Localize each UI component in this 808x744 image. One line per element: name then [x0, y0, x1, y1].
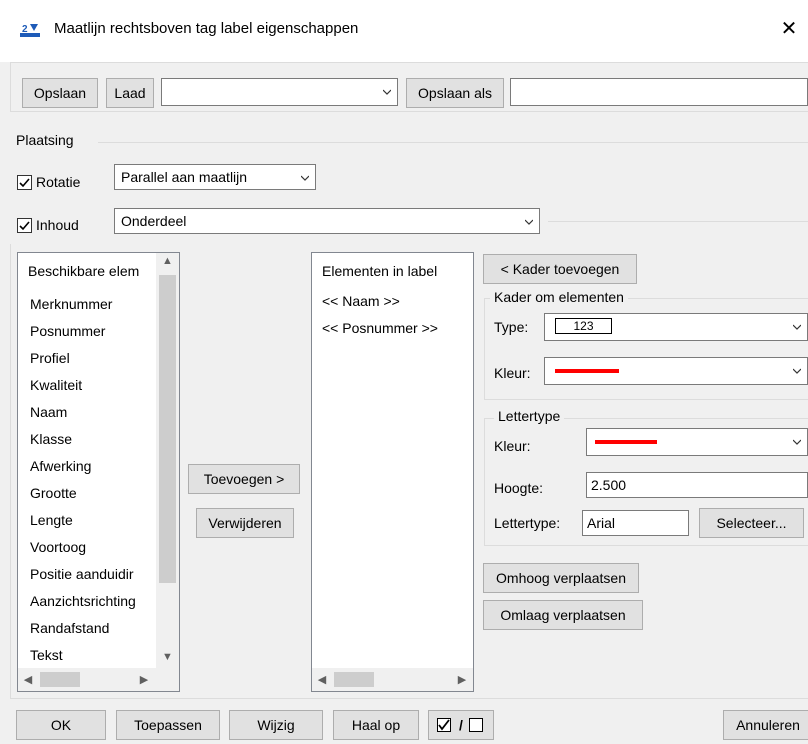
- check-icon: [19, 178, 30, 188]
- scroll-left-icon[interactable]: ◀: [316, 673, 328, 686]
- font-color-label: Kleur:: [494, 438, 531, 454]
- vertical-scrollbar[interactable]: ▲ ▼: [156, 253, 179, 668]
- toggle-all-button[interactable]: /: [428, 710, 494, 740]
- list-item[interactable]: Posnummer: [30, 323, 105, 339]
- checked-box-icon: [437, 718, 451, 732]
- frame-group-label: Kader om elementen: [490, 289, 628, 305]
- add-element-button[interactable]: Toevoegen >: [188, 464, 300, 494]
- unchecked-box-icon: [469, 718, 483, 732]
- content-value: Onderdeel: [121, 213, 187, 229]
- list-item[interactable]: Profiel: [30, 350, 70, 366]
- rotation-value: Parallel aan maatlijn: [121, 169, 248, 185]
- list-item[interactable]: Kwaliteit: [30, 377, 82, 393]
- scroll-down-icon[interactable]: ▼: [156, 651, 179, 663]
- font-color-select[interactable]: [586, 428, 808, 456]
- app-icon: 2: [20, 22, 40, 38]
- scrollbar-thumb[interactable]: [334, 672, 374, 687]
- frame-color-select[interactable]: [544, 357, 808, 385]
- window-title: Maatlijn rechtsboven tag label eigenscha…: [54, 20, 359, 37]
- font-name-input[interactable]: Arial: [582, 510, 689, 536]
- rotation-label: Rotatie: [36, 174, 81, 190]
- list-item[interactable]: << Posnummer >>: [322, 320, 438, 336]
- scroll-right-icon[interactable]: ▶: [138, 673, 150, 686]
- scroll-right-icon[interactable]: ▶: [456, 673, 468, 686]
- ok-button[interactable]: OK: [16, 710, 106, 740]
- list-item[interactable]: Afwerking: [30, 458, 91, 474]
- save-button[interactable]: Opslaan: [22, 78, 98, 108]
- content-divider: [548, 221, 808, 222]
- apply-button[interactable]: Toepassen: [116, 710, 220, 740]
- preset-select[interactable]: [161, 78, 398, 106]
- font-color-swatch: [595, 440, 657, 444]
- chevron-down-icon: [383, 89, 391, 95]
- font-height-label: Hoogte:: [494, 480, 544, 496]
- content-checkbox[interactable]: [17, 218, 32, 233]
- load-button[interactable]: Laad: [106, 78, 154, 108]
- font-group-label: Lettertype: [494, 408, 565, 424]
- list-item[interactable]: Lengte: [30, 512, 73, 528]
- modify-button[interactable]: Wijzig: [229, 710, 323, 740]
- move-up-button[interactable]: Omhoog verplaatsen: [483, 563, 639, 593]
- chevron-down-icon: [793, 368, 801, 374]
- list-item[interactable]: Voortoog: [30, 539, 86, 555]
- frame-type-label: Type:: [494, 319, 529, 335]
- font-name-label: Lettertype:: [494, 515, 561, 531]
- scroll-left-icon[interactable]: ◀: [22, 673, 34, 686]
- list-item[interactable]: Randafstand: [30, 620, 109, 636]
- list-item[interactable]: Grootte: [30, 485, 77, 501]
- list-item[interactable]: Aanzichtsrichting: [30, 593, 136, 609]
- list-item[interactable]: Klasse: [30, 431, 72, 447]
- scrollbar-thumb[interactable]: [40, 672, 80, 687]
- move-down-button[interactable]: Omlaag verplaatsen: [483, 600, 643, 630]
- toggle-separator: /: [459, 717, 463, 733]
- frame-type-select[interactable]: 123: [544, 313, 808, 341]
- svg-text:2: 2: [22, 24, 28, 35]
- rotation-checkbox[interactable]: [17, 175, 32, 190]
- frame-color-swatch: [555, 369, 619, 373]
- get-button[interactable]: Haal op: [333, 710, 419, 740]
- list-item[interactable]: Positie aanduidir: [30, 566, 134, 582]
- scroll-up-icon[interactable]: ▲: [156, 255, 179, 267]
- close-icon[interactable]: ✕: [774, 14, 804, 44]
- available-list[interactable]: Beschikbare elem Merknummer Posnummer Pr…: [17, 252, 180, 692]
- rotation-select[interactable]: Parallel aan maatlijn: [114, 164, 316, 190]
- select-font-button[interactable]: Selecteer...: [699, 508, 804, 538]
- list-item[interactable]: Naam: [30, 404, 67, 420]
- content-select[interactable]: Onderdeel: [114, 208, 540, 234]
- list-item[interactable]: Tekst: [30, 647, 63, 663]
- remove-element-button[interactable]: Verwijderen: [196, 508, 294, 538]
- placement-group-label: Plaatsing: [16, 132, 74, 148]
- horizontal-scrollbar[interactable]: ◀ ▶: [18, 668, 179, 691]
- check-icon: [19, 221, 30, 231]
- placement-divider: [98, 142, 808, 143]
- font-height-input[interactable]: 2.500: [586, 472, 808, 498]
- chevron-down-icon: [793, 439, 801, 445]
- list-item[interactable]: << Naam >>: [322, 293, 400, 309]
- available-list-header: Beschikbare elem: [28, 263, 140, 279]
- cancel-button[interactable]: Annuleren: [723, 710, 808, 740]
- chevron-down-icon: [793, 324, 801, 330]
- save-as-button[interactable]: Opslaan als: [406, 78, 504, 108]
- frame-color-label: Kleur:: [494, 365, 531, 381]
- label-elements-list[interactable]: Elementen in label << Naam >> << Posnumm…: [311, 252, 474, 692]
- label-elements-header: Elementen in label: [322, 263, 438, 279]
- frame-type-value: 123: [555, 318, 612, 334]
- chevron-down-icon: [525, 219, 533, 225]
- horizontal-scrollbar[interactable]: ◀ ▶: [312, 668, 473, 691]
- chevron-down-icon: [301, 175, 309, 181]
- add-frame-button[interactable]: < Kader toevoegen: [483, 254, 637, 284]
- save-as-input[interactable]: [510, 78, 808, 106]
- list-item[interactable]: Merknummer: [30, 296, 112, 312]
- scrollbar-thumb[interactable]: [159, 275, 176, 583]
- content-label: Inhoud: [36, 217, 79, 233]
